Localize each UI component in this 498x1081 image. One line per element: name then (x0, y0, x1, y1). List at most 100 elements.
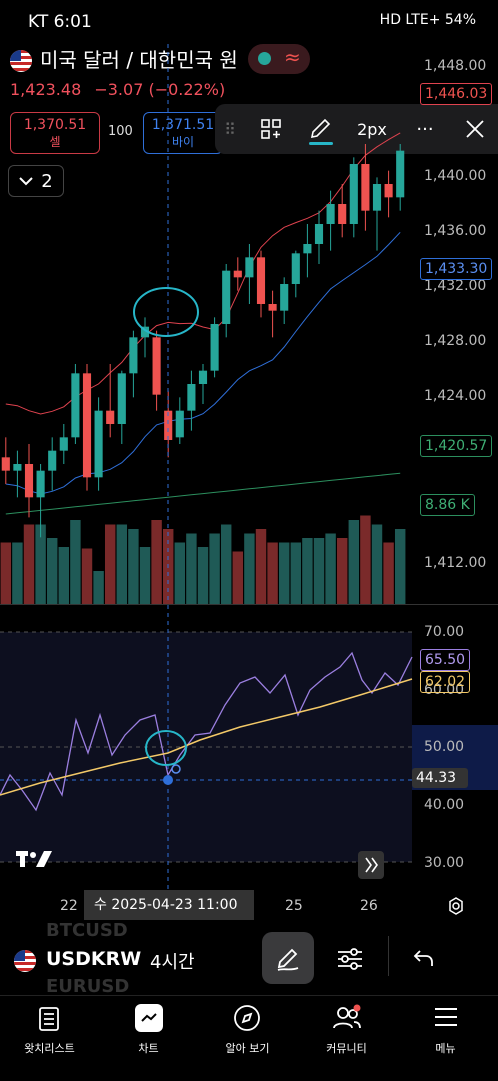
volume-bar (12, 542, 23, 604)
nav-menu[interactable]: 메뉴 (396, 996, 495, 1081)
rsi-value-tag: 65.50 (420, 649, 471, 671)
drawn-circle-annotation[interactable] (133, 287, 199, 337)
candle-body (256, 257, 266, 304)
chart-icon (135, 1004, 163, 1032)
ghost-symbol: BTCUSD (46, 920, 128, 941)
volume-bar (128, 529, 139, 604)
volume-bar (267, 542, 278, 604)
volume-bar (383, 542, 394, 604)
volume-bar (313, 538, 325, 604)
volume-bar (371, 524, 383, 604)
nav-community[interactable]: 커뮤니티 (297, 996, 396, 1081)
price-tick: 1,448.00 (424, 58, 487, 74)
volume-bar (46, 538, 58, 604)
people-icon (333, 1004, 361, 1029)
volume-bar (81, 548, 93, 604)
candle-body (117, 373, 126, 424)
candle-body (24, 464, 34, 498)
candle-body (245, 257, 254, 278)
volume-bar (290, 542, 302, 604)
price-tick: 1,440.00 (424, 168, 487, 184)
price-tick: 1,424.00 (424, 388, 487, 404)
candles (1, 144, 405, 538)
candle-body (268, 304, 277, 311)
candle-body (338, 204, 347, 224)
candle-body (198, 370, 208, 384)
volume-bar (348, 520, 360, 604)
ma-green-tag: 1,420.57 (420, 435, 493, 457)
candle-body (210, 324, 219, 371)
volume-bar (244, 533, 255, 604)
candle-body (13, 464, 22, 471)
candle-body (48, 450, 57, 471)
hamburger-menu-icon (435, 1008, 457, 1026)
price-tick: 1,428.00 (424, 333, 487, 349)
volume-bar (93, 571, 104, 604)
volume-bar (139, 547, 151, 604)
settings-gear-icon[interactable] (446, 896, 466, 916)
price-chart[interactable] (0, 44, 498, 604)
time-tick: 22 (60, 898, 78, 914)
volume-bar (104, 524, 116, 604)
rsi-ma-tag: 62.02 (420, 671, 471, 693)
nav-label: 알아 보기 (225, 1042, 270, 1055)
indicator-settings-icon[interactable] (336, 946, 364, 972)
undo-icon[interactable] (412, 948, 436, 970)
rsi-tick: 50.00 (424, 739, 465, 755)
crosshair-dot-icon (163, 775, 173, 785)
volume-bar (116, 524, 128, 604)
volume-bar (174, 542, 186, 604)
price-tick: 1,432.00 (424, 278, 487, 294)
symbol-name[interactable]: USDKRW (46, 948, 141, 970)
interval-selector[interactable]: 4시간 (150, 948, 195, 974)
nav-explore[interactable]: 알아 보기 (198, 996, 297, 1081)
nav-label: 커뮤니티 (326, 1042, 367, 1055)
status-bar: KT 6:01 HD LTE+ 54% (0, 0, 498, 44)
nav-label: 왓치리스트 (24, 1042, 75, 1055)
volume-bar (325, 533, 336, 604)
candle-body (222, 270, 231, 324)
volume-bar (70, 520, 81, 604)
volume-bar (360, 515, 371, 604)
volume-bar (278, 542, 290, 604)
compass-icon (234, 1005, 260, 1031)
candle-body (303, 244, 312, 254)
candle-body (94, 410, 103, 478)
price-tick: 1,412.00 (424, 555, 487, 571)
cursor-value-tag: 44.33 (412, 768, 468, 788)
volume-bar (394, 529, 406, 604)
rsi-tick: 30.00 (424, 855, 465, 871)
time-tick: 25 (285, 898, 303, 914)
volume-bar (151, 520, 162, 604)
status-indicators: HD LTE+ 54% (379, 12, 476, 28)
ghost-symbol: EURUSD (46, 976, 130, 997)
list-icon (39, 1007, 59, 1031)
volume-bar (197, 547, 209, 604)
status-carrier-time: KT 6:01 (28, 12, 92, 32)
candle-body (396, 150, 405, 198)
candle-body (106, 410, 115, 424)
candle-body (361, 164, 370, 211)
candle-body (152, 337, 161, 395)
rsi-tick: 70.00 (424, 624, 465, 640)
volume-bar (186, 533, 197, 604)
volume-bar (0, 542, 12, 604)
drawing-mode-button[interactable] (262, 932, 314, 984)
us-flag-icon (14, 950, 36, 972)
volume-bar (58, 547, 70, 604)
nav-label: 차트 (138, 1042, 159, 1055)
candle-body (314, 224, 324, 244)
ma-blue-tag: 1,433.30 (420, 258, 493, 280)
cursor-time-label: 수 2025-04-23 11:00 (84, 890, 254, 920)
pen-icon (277, 948, 299, 971)
volume-bar (232, 551, 244, 604)
candle-body (187, 384, 196, 411)
candle-body (71, 373, 80, 438)
candle-body (326, 204, 335, 224)
candle-body (384, 184, 393, 198)
volume-bar (255, 529, 267, 604)
nav-chart[interactable]: 차트 (99, 996, 198, 1081)
candle-body (129, 337, 138, 374)
nav-watchlist[interactable]: 왓치리스트 (0, 996, 99, 1081)
volume-bar (23, 524, 35, 604)
